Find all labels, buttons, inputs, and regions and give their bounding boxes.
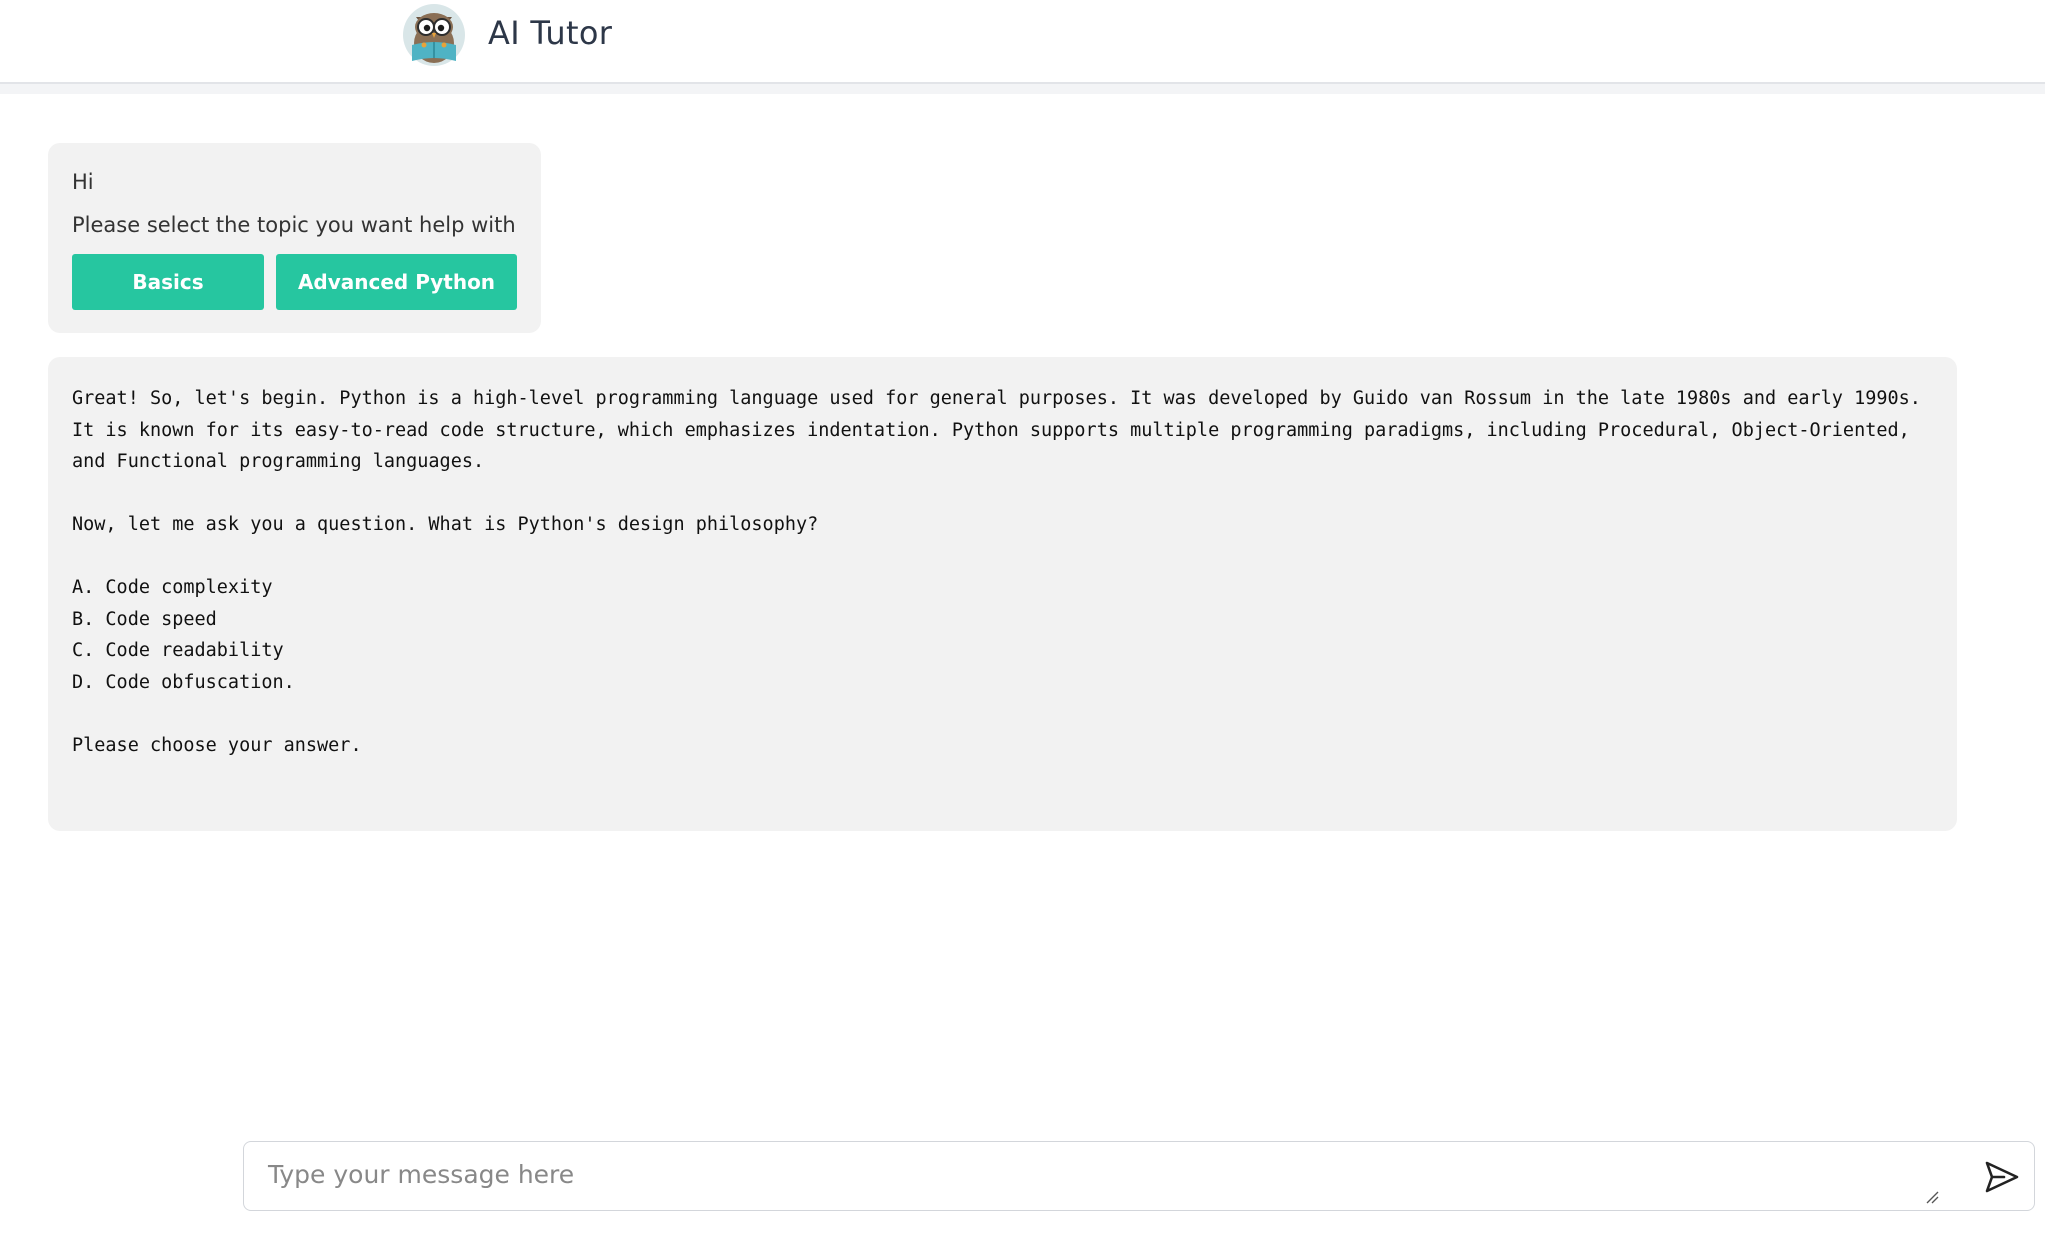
send-button[interactable] bbox=[1984, 1160, 2020, 1194]
advanced-python-topic-button[interactable]: Advanced Python bbox=[276, 254, 517, 310]
greeting-message-bubble: Hi Please select the topic you want help… bbox=[48, 143, 541, 333]
header-divider bbox=[0, 84, 2045, 94]
tutor-response-bubble: Great! So, let's begin. Python is a high… bbox=[48, 357, 1957, 831]
message-composer bbox=[243, 1141, 2035, 1211]
greeting-hi-text: Hi bbox=[72, 170, 94, 194]
basics-topic-button[interactable]: Basics bbox=[72, 254, 264, 310]
message-input[interactable] bbox=[244, 1142, 2034, 1210]
owl-logo-icon bbox=[402, 3, 466, 67]
resize-handle-icon[interactable] bbox=[1925, 1190, 1939, 1204]
app-header: AI Tutor bbox=[0, 0, 2045, 84]
tutor-response-text: Great! So, let's begin. Python is a high… bbox=[72, 388, 1921, 756]
app-title: AI Tutor bbox=[488, 14, 613, 52]
send-icon bbox=[1985, 1161, 2019, 1193]
greeting-prompt-text: Please select the topic you want help wi… bbox=[72, 213, 516, 237]
